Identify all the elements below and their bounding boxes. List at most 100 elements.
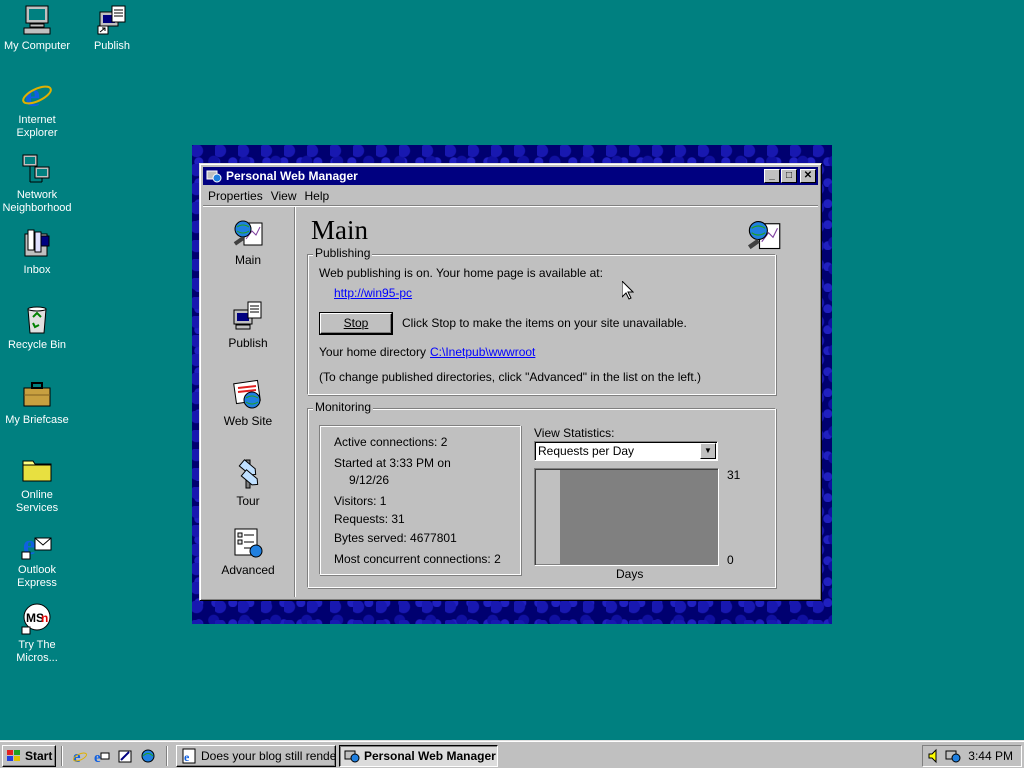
- desktop-icon-label: Online Services: [15, 489, 59, 514]
- web-site-icon: [233, 379, 261, 409]
- nav-item-main[interactable]: Main: [203, 217, 293, 267]
- nav-item-advanced[interactable]: Advanced: [203, 527, 293, 577]
- home-directory-link[interactable]: C:\Inetpub\wwwroot: [430, 345, 535, 359]
- desktop-icon-label: Try The Micros...: [16, 639, 58, 664]
- nav-label: Tour: [236, 494, 260, 508]
- publishing-status: Web publishing is on. Your home page is …: [319, 266, 603, 280]
- recycle-bin-icon: [21, 303, 53, 335]
- publish-icon: [233, 301, 262, 330]
- desktop-icon-label: Outlook Express: [17, 564, 57, 589]
- internet-explorer-icon[interactable]: e: [72, 748, 88, 764]
- start-label: Start: [25, 749, 53, 763]
- nav-item-publish[interactable]: Publish: [203, 300, 293, 350]
- most-concurrent-connections: Most concurrent connections: 2: [334, 552, 501, 566]
- clock[interactable]: 3:44 PM: [968, 749, 1013, 763]
- desktop-icon-try-msn[interactable]: MS n Try The Micros...: [0, 603, 74, 665]
- home-page-link[interactable]: http://win95-pc: [334, 286, 412, 300]
- maximize-button[interactable]: □: [781, 169, 797, 183]
- desktop-icon-my-computer[interactable]: My Computer: [0, 4, 74, 53]
- svg-text:e: e: [94, 750, 101, 764]
- minimize-button[interactable]: _: [764, 169, 780, 183]
- pwm-app-icon: [206, 170, 222, 183]
- home-directory-label: Your home directory: [319, 345, 426, 359]
- active-connections: Active connections: 2: [334, 435, 448, 449]
- start-button[interactable]: Start: [2, 745, 56, 767]
- taskbar-button-label: Personal Web Manager: [364, 749, 496, 763]
- my-computer-icon: [21, 4, 53, 36]
- nav-label: Main: [234, 253, 261, 267]
- desktop-icon-inbox[interactable]: Inbox: [0, 228, 74, 277]
- show-desktop-icon[interactable]: [117, 748, 133, 764]
- desktop-icon-label: Network Neighborhood: [2, 189, 72, 214]
- network-neighborhood-icon: [21, 153, 53, 185]
- browser-page-icon: e: [182, 748, 196, 764]
- graph-bar: [536, 470, 560, 564]
- outlook-express-icon[interactable]: e: [94, 748, 110, 764]
- desktop-icon-online-services[interactable]: Online Services: [0, 453, 74, 515]
- nav-item-web-site[interactable]: Web Site: [203, 378, 293, 428]
- stop-button-label: Stop: [343, 316, 369, 330]
- desktop-icon-recycle-bin[interactable]: Recycle Bin: [0, 303, 74, 352]
- stats-box: Active connections: 2 Started at 3:33 PM…: [319, 425, 521, 575]
- taskbar-button-label: Does your blog still render i...: [201, 749, 336, 763]
- briefcase-icon: [21, 378, 53, 410]
- desktop-icon-internet-explorer[interactable]: e Internet Explorer: [0, 78, 74, 140]
- web-server-tray-icon[interactable]: [945, 748, 961, 764]
- pwm-app-icon: [344, 750, 360, 763]
- stop-button[interactable]: Stop: [320, 313, 392, 334]
- graph-min-label: 0: [727, 553, 734, 567]
- desktop-icon-label: Internet Explorer: [16, 114, 58, 139]
- view-statistics-value: Requests per Day: [538, 444, 635, 458]
- outlook-express-icon: e: [21, 528, 53, 560]
- menu-help[interactable]: Help: [301, 189, 334, 203]
- nav-label: Web Site: [223, 414, 273, 428]
- nav-label: Advanced: [221, 563, 275, 577]
- inbox-icon: [21, 228, 53, 260]
- page-title: Main: [311, 215, 368, 245]
- desktop-icon-label: Publish: [93, 40, 131, 52]
- folder-icon: [21, 453, 53, 485]
- close-button[interactable]: ✕: [800, 169, 816, 183]
- requests: Requests: 31: [334, 512, 405, 526]
- directories-note: (To change published directories, click …: [319, 370, 702, 384]
- desktop-icon-outlook-express[interactable]: e Outlook Express: [0, 528, 74, 590]
- publish-icon: [96, 4, 128, 36]
- desktop-icon-network-neighborhood[interactable]: Network Neighborhood: [0, 153, 74, 215]
- mouse-cursor-icon: [622, 281, 634, 300]
- desktop-icon-my-briefcase[interactable]: My Briefcase: [0, 378, 74, 427]
- publishing-group: Publishing Web publishing is on. Your ho…: [307, 246, 776, 395]
- menu-properties[interactable]: Properties: [204, 189, 267, 203]
- started-date: 9/12/26: [349, 473, 390, 487]
- desktop-icon-label: My Briefcase: [5, 414, 69, 426]
- svg-text:e: e: [73, 748, 81, 764]
- graph-x-label: Days: [616, 567, 644, 581]
- channels-icon[interactable]: [140, 748, 156, 764]
- desktop-icon-publish[interactable]: Publish: [75, 4, 149, 53]
- internet-explorer-icon: e: [21, 78, 53, 110]
- window-title: Personal Web Manager: [226, 169, 358, 183]
- tour-icon: [238, 459, 259, 489]
- dropdown-arrow-icon[interactable]: ▼: [700, 443, 716, 459]
- advanced-icon: [234, 528, 263, 558]
- volume-icon[interactable]: [927, 748, 943, 764]
- personal-web-manager-window: Personal Web Manager _ □ ✕ Properties Vi…: [199, 163, 822, 601]
- view-statistics-select[interactable]: Requests per Day ▼: [534, 441, 718, 461]
- taskbar-separator: [61, 746, 63, 766]
- taskbar-button-blog[interactable]: e Does your blog still render i...: [176, 745, 336, 767]
- windows-logo-icon: [7, 750, 20, 761]
- monitoring-legend: Monitoring: [313, 400, 374, 414]
- desktop-icon-label: Recycle Bin: [7, 339, 67, 351]
- started-at: Started at 3:33 PM on: [334, 456, 451, 470]
- stop-hint: Click Stop to make the items on your sit…: [402, 316, 687, 330]
- desktop-icon-label: My Computer: [3, 40, 71, 52]
- taskbar-button-personal-web-manager[interactable]: Personal Web Manager: [339, 745, 498, 767]
- title-bar[interactable]: Personal Web Manager _ □ ✕: [203, 167, 818, 185]
- nav-item-tour[interactable]: Tour: [203, 458, 293, 508]
- graph-max-label: 31: [727, 468, 741, 482]
- nav-label: Publish: [228, 336, 268, 350]
- taskbar: Start e e e Does your blog still render …: [0, 740, 1024, 768]
- left-navigation: Main Publish Web Site Tour Advanced: [203, 207, 295, 597]
- publishing-legend: Publishing: [313, 246, 373, 260]
- statistics-graph: [534, 468, 719, 566]
- menu-view[interactable]: View: [267, 189, 301, 203]
